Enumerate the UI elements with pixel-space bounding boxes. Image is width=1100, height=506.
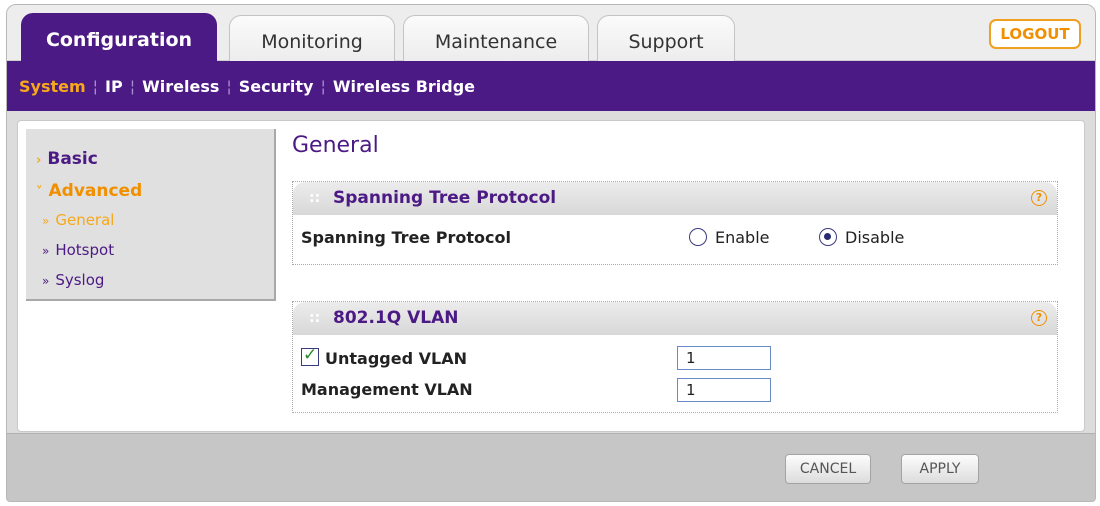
stp-enable-radio[interactable]	[689, 228, 707, 246]
subnav-system[interactable]: System	[19, 77, 86, 96]
cancel-button[interactable]: CANCEL	[785, 454, 871, 484]
sidebar-subitem-syslog[interactable]: » Syslog	[42, 271, 104, 289]
subnav-separator: ¦	[320, 77, 326, 96]
stp-section-header: :: Spanning Tree Protocol ?	[293, 182, 1057, 215]
subnav-ip[interactable]: IP	[105, 77, 123, 96]
apply-button[interactable]: APPLY	[901, 454, 979, 484]
sidebar-item-basic[interactable]: › Basic	[36, 149, 98, 169]
chevron-down-icon: ˅	[36, 185, 43, 200]
untagged-vlan-label: Untagged VLAN	[325, 349, 467, 368]
tab-monitoring[interactable]: Monitoring	[229, 15, 395, 63]
sub-navigation: System ¦ IP ¦ Wireless ¦ Security ¦ Wireless Bri…	[7, 61, 1095, 111]
subnav-separator: ¦	[92, 77, 99, 96]
sidebar-subitem-label: Hotspot	[55, 241, 115, 259]
sidebar-item-label: Basic	[47, 149, 98, 169]
subnav-separator: ¦	[226, 77, 232, 96]
vlan-section: :: 802.1Q VLAN ? ✓ Untagged VLAN Managem…	[292, 301, 1058, 413]
stp-section: :: Spanning Tree Protocol ? Spanning Tre…	[292, 181, 1058, 265]
double-chevron-icon: »	[42, 214, 50, 228]
logout-button[interactable]: LOGOUT	[989, 19, 1081, 49]
help-icon[interactable]: ?	[1031, 190, 1047, 206]
subnav-wireless[interactable]: Wireless	[142, 77, 219, 96]
double-chevron-icon: »	[42, 244, 50, 258]
sidebar: › Basic ˅ Advanced » General » Hotspot » Sysl…	[26, 129, 276, 301]
footer-bar: CANCEL APPLY	[7, 433, 1095, 501]
grip-icon: ::	[309, 190, 321, 206]
sidebar-item-advanced[interactable]: ˅ Advanced	[36, 181, 142, 201]
subnav-security[interactable]: Security	[239, 77, 314, 96]
app-frame: Configuration Monitoring Maintenance Sup…	[6, 4, 1096, 502]
stp-row-label: Spanning Tree Protocol	[301, 228, 511, 247]
sidebar-subitem-hotspot[interactable]: » Hotspot	[42, 241, 114, 259]
page-title: General	[292, 133, 379, 158]
section-title: 802.1Q VLAN	[333, 308, 459, 328]
chevron-right-icon: ›	[36, 153, 42, 168]
untagged-vlan-checkbox[interactable]: ✓	[301, 345, 319, 366]
double-chevron-icon: »	[42, 274, 50, 288]
stp-enable-label[interactable]: Enable	[715, 228, 770, 247]
content-panel: › Basic ˅ Advanced » General » Hotspot » Sysl…	[17, 120, 1085, 432]
grip-icon: ::	[309, 310, 321, 326]
vlan-section-header: :: 802.1Q VLAN ?	[293, 302, 1057, 335]
help-icon[interactable]: ?	[1031, 310, 1047, 326]
stp-disable-label[interactable]: Disable	[845, 228, 904, 247]
top-tab-strip: Configuration Monitoring Maintenance Sup…	[7, 5, 1095, 63]
management-vlan-input[interactable]	[677, 378, 771, 402]
section-title: Spanning Tree Protocol	[333, 188, 557, 208]
tab-support[interactable]: Support	[597, 15, 735, 63]
management-vlan-label: Management VLAN	[301, 380, 473, 399]
checkmark-icon: ✓	[303, 345, 318, 365]
sidebar-subitem-label: Syslog	[55, 271, 105, 289]
subnav-separator: ¦	[129, 77, 136, 96]
stp-disable-radio[interactable]	[819, 228, 837, 246]
tab-maintenance[interactable]: Maintenance	[403, 15, 589, 63]
sidebar-subitem-label: General	[55, 211, 115, 229]
untagged-vlan-input[interactable]	[677, 346, 771, 370]
sidebar-item-label: Advanced	[48, 181, 143, 201]
tab-configuration[interactable]: Configuration	[21, 13, 217, 63]
subnav-wireless-bridge[interactable]: Wireless Bridge	[333, 77, 475, 96]
sidebar-subitem-general[interactable]: » General	[42, 211, 114, 229]
